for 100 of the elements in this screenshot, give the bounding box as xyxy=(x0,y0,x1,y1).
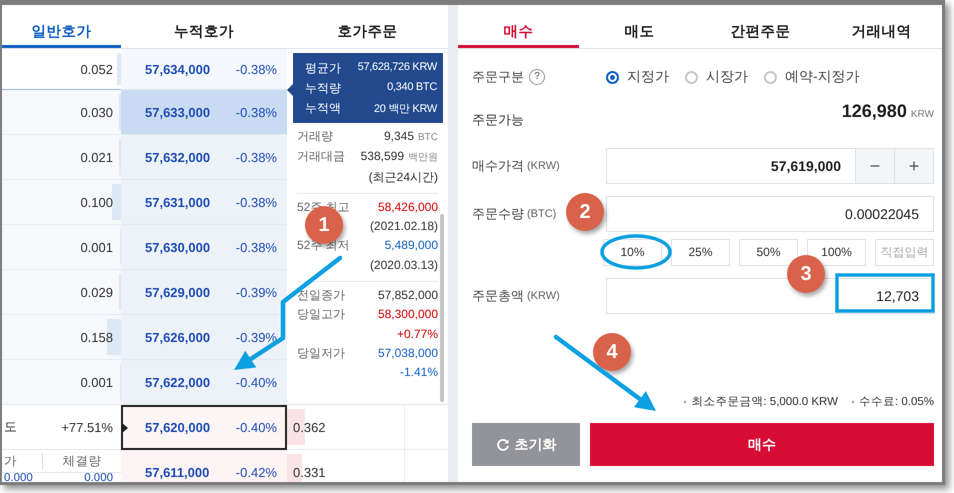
stat-value: 57,038,000 xyxy=(378,346,438,360)
tab[interactable]: 매도 xyxy=(579,5,700,48)
ask-price: 57,622,000 xyxy=(145,374,210,390)
strength-label: 도 xyxy=(4,418,17,436)
change-rate: -0.38% xyxy=(236,240,277,254)
strength-value: +77.51% xyxy=(61,420,113,434)
order-type-radio[interactable]: 지정가 xyxy=(606,68,669,86)
price-row[interactable]: 57,631,000 -0.38% xyxy=(121,180,287,225)
change-rate: -0.38% xyxy=(236,194,277,210)
field-label: 주문수량 xyxy=(472,205,524,223)
price-row[interactable]: 57,611,000 -0.42% xyxy=(121,450,287,482)
stat-label: 거래량 xyxy=(297,128,333,145)
help-button[interactable]: ? xyxy=(529,69,545,85)
price-row[interactable]: 57,626,000 -0.39% xyxy=(121,315,287,360)
field-label: 매수가격 xyxy=(472,157,524,175)
bid-quantity: 0.362 xyxy=(293,420,326,434)
field-label: 주문구분 xyxy=(472,68,524,86)
stat-note: (최근24시간) xyxy=(368,170,438,184)
currency-unit: KRW xyxy=(910,109,934,120)
price-row[interactable]: 57,630,000 -0.38% xyxy=(121,225,287,270)
popup-label: 평균가 xyxy=(305,60,341,77)
stat-label: 전일종가 xyxy=(297,287,345,304)
order-quantity: 0.021 xyxy=(80,150,113,164)
change-rate: -0.40% xyxy=(236,420,277,435)
change-rate: -0.38% xyxy=(236,62,277,76)
order-quantity: 0.001 xyxy=(80,374,113,390)
ask-price: 57,633,000 xyxy=(145,104,210,120)
stat-unit: BTC xyxy=(418,132,438,143)
order-note: 수수료: 0.05% xyxy=(859,395,934,409)
ask-price: 57,631,000 xyxy=(145,194,210,210)
bid-quantity: 0.331 xyxy=(293,464,326,480)
tab[interactable]: 매수 xyxy=(458,5,579,48)
popup-label: 누적액 xyxy=(305,100,341,117)
decrease-button[interactable]: − xyxy=(856,148,895,184)
increase-button[interactable]: + xyxy=(895,148,934,184)
tab[interactable]: 거래내역 xyxy=(821,5,942,48)
stat-value: 9,345 xyxy=(384,129,414,143)
order-note: 최소주문금액: 5,000.0 KRW xyxy=(691,395,838,409)
order-quantity: 0.158 xyxy=(80,330,113,344)
change-rate: -0.39% xyxy=(236,330,277,344)
column-header: 가 xyxy=(2,452,43,470)
price-row[interactable]: 57,629,000 -0.39% xyxy=(121,270,287,315)
field-label: 주문총액 xyxy=(472,287,524,305)
stat-value: 58,300,000 xyxy=(378,307,438,322)
stat-value: 58,426,000 xyxy=(378,200,438,214)
stat-value: 57,852,000 xyxy=(378,288,438,302)
stat-value: 538,599 xyxy=(360,149,404,164)
order-quantity: 0.001 xyxy=(80,240,113,254)
price-row[interactable]: 57,622,000 -0.40% xyxy=(121,360,287,405)
ratio-button[interactable]: 10% xyxy=(603,239,662,266)
popup-label: 누적량 xyxy=(305,80,341,97)
order-quantity: 0.029 xyxy=(80,284,113,300)
ask-price: 57,634,000 xyxy=(145,62,210,76)
stat-note: (2021.02.18) xyxy=(370,219,438,234)
trade-cell: 0.000 xyxy=(84,473,113,482)
scrollbar[interactable] xyxy=(440,214,444,402)
order-quantity: 0.030 xyxy=(80,104,113,120)
stat-unit: 백만원 xyxy=(408,152,438,164)
stat-label: 당일저가 xyxy=(297,344,345,362)
price-row[interactable]: 57,632,000 -0.38% xyxy=(121,135,287,180)
stat-label: 거래대금 xyxy=(297,148,345,166)
current-price: 57,620,000 xyxy=(145,420,210,435)
bid-price: 57,611,000 xyxy=(145,464,210,480)
price-field[interactable]: 57,619,000 xyxy=(606,148,856,184)
tab[interactable]: 호가주문 xyxy=(287,5,448,48)
unit-label: (BTC) xyxy=(527,208,556,220)
unit-label: (KRW) xyxy=(527,160,560,172)
change-rate: -0.42% xyxy=(236,464,277,480)
buy-button[interactable]: 매수 xyxy=(590,423,934,466)
tab[interactable]: 누적호가 xyxy=(121,5,287,48)
popup-value: 0,340 BTC xyxy=(386,80,437,95)
order-quantity: 0.100 xyxy=(80,194,113,210)
ask-price: 57,629,000 xyxy=(145,284,210,300)
change-rate: -0.40% xyxy=(236,374,277,390)
quantity-field[interactable]: 0.00022045 xyxy=(606,196,934,232)
popup-value: 20 백만 KRW xyxy=(372,102,437,117)
tab[interactable]: 간편주문 xyxy=(700,5,821,48)
price-row[interactable]: 57,633,000 -0.38% xyxy=(121,90,287,135)
stat-value: 5,489,000 xyxy=(384,238,438,252)
order-quantity: 0.052 xyxy=(80,62,113,76)
trade-cell: 0.000 xyxy=(4,473,33,482)
order-type-radio[interactable]: 시장가 xyxy=(685,68,748,86)
ratio-button[interactable]: 25% xyxy=(671,239,730,266)
ask-price: 57,630,000 xyxy=(145,240,210,254)
popup-value: 57,628,726 KRW xyxy=(356,60,437,75)
available-amount: 126,980 xyxy=(842,101,907,121)
stat-note: -1.41% xyxy=(400,365,438,380)
price-row[interactable]: 57,634,000 -0.38% xyxy=(121,49,287,90)
refresh-icon xyxy=(496,438,510,452)
field-label: 주문가능 xyxy=(472,111,524,129)
order-type-radio[interactable]: 예약-지정가 xyxy=(764,68,860,86)
change-rate: -0.39% xyxy=(236,284,277,300)
stat-note: (2020.03.13) xyxy=(370,258,438,272)
unit-label: (KRW) xyxy=(527,290,560,302)
highlight-ellipse xyxy=(600,234,672,270)
ask-price: 57,626,000 xyxy=(145,330,210,344)
change-rate: -0.38% xyxy=(236,150,277,164)
ask-price: 57,632,000 xyxy=(145,150,210,164)
column-header: 체결량 xyxy=(62,452,102,470)
change-rate: -0.38% xyxy=(236,104,277,120)
